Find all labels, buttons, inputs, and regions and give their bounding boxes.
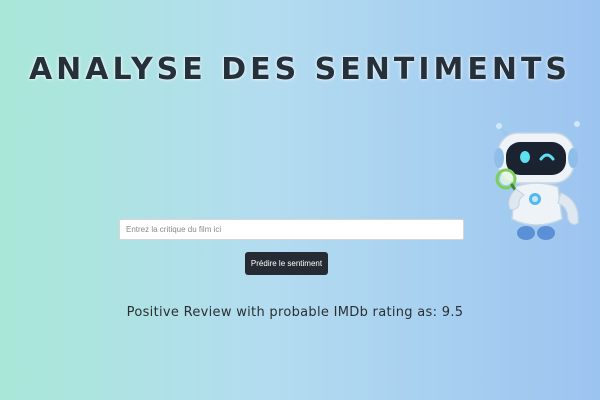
page: ANALYSE DES SENTIMENTS Prédire le sentim… [0,0,600,400]
prediction-result: Positive Review with probable IMDb ratin… [126,305,464,320]
review-input[interactable] [119,219,464,240]
robot-icon [494,121,580,240]
page-title: ANALYSE DES SENTIMENTS [28,52,572,87]
predict-sentiment-button[interactable]: Prédire le sentiment [245,252,328,275]
